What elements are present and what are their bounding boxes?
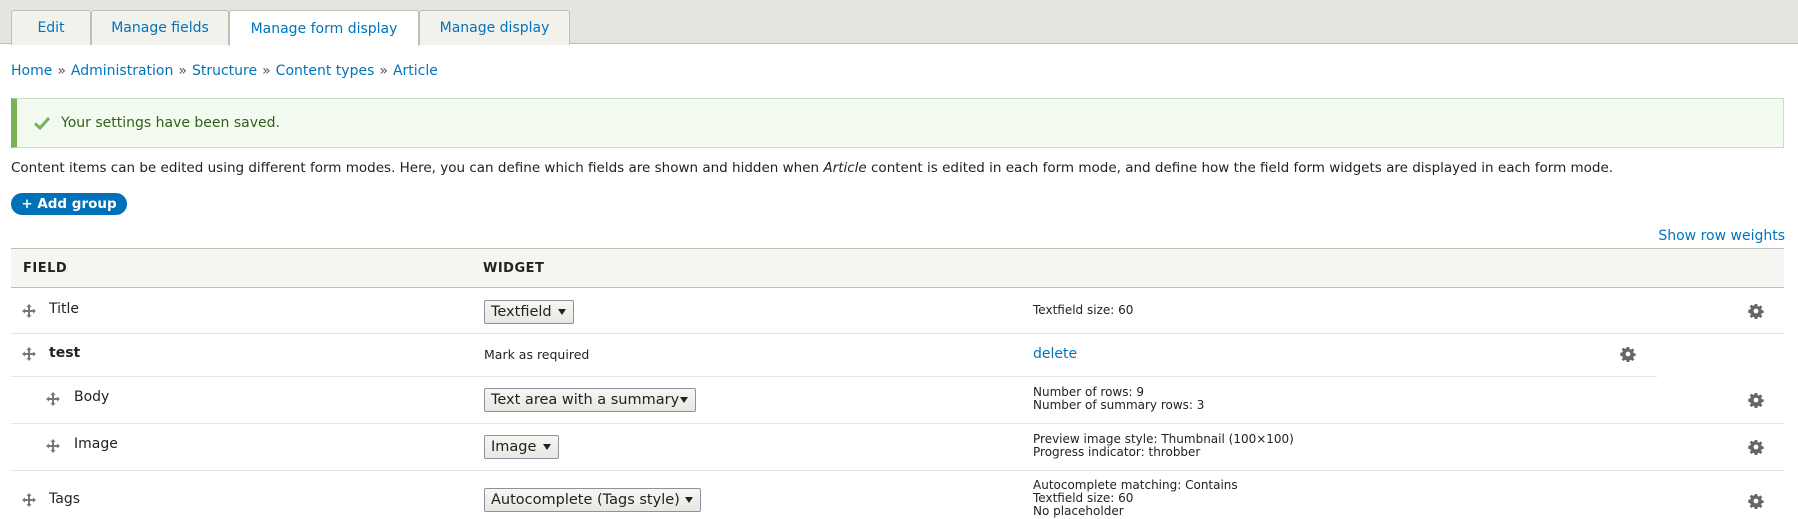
widget-select-body[interactable]: Text area with a summary xyxy=(484,388,696,412)
field-label-title: Title xyxy=(49,301,80,317)
chevron-down-icon xyxy=(685,497,693,503)
summary-line: No placeholder xyxy=(1033,504,1124,518)
chevron-down-icon xyxy=(543,444,551,450)
summary-line: Textfield size: 60 xyxy=(1033,303,1134,317)
tab-edit[interactable]: Edit xyxy=(11,10,91,45)
summary-line: Progress indicator: throbber xyxy=(1033,445,1201,459)
breadcrumb-home[interactable]: Home xyxy=(11,63,52,79)
tab-manage-fields[interactable]: Manage fields xyxy=(91,10,229,45)
widget-summary: Textfield size: 60 xyxy=(1033,304,1133,317)
table-row: Body Text area with a summary Number of … xyxy=(11,377,1784,424)
gear-icon[interactable] xyxy=(1748,392,1764,408)
group-label-test: test xyxy=(49,345,81,361)
summary-line: Number of summary rows: 3 xyxy=(1033,398,1205,412)
table-row-group: test Mark as required delete xyxy=(11,334,1657,377)
chevron-down-icon xyxy=(558,309,566,315)
widget-summary: Number of rows: 9 Number of summary rows… xyxy=(1033,386,1204,412)
mark-as-required-text: Mark as required xyxy=(484,347,590,362)
table-row: Tags Autocomplete (Tags style) Autocompl… xyxy=(11,471,1784,519)
description-text-start: Content items can be edited using differ… xyxy=(11,160,824,176)
status-message: Your settings have been saved. xyxy=(11,98,1784,148)
breadcrumb-article[interactable]: Article xyxy=(393,63,438,79)
drag-handle-icon[interactable] xyxy=(21,346,37,362)
gear-icon[interactable] xyxy=(1748,439,1764,455)
breadcrumb-separator: » xyxy=(57,63,66,79)
table-row: Title Textfield Textfield size: 60 xyxy=(11,288,1784,334)
table-row: Image Image Preview image style: Thumbna… xyxy=(11,424,1784,471)
gear-icon[interactable] xyxy=(1620,346,1636,362)
breadcrumb-separator: » xyxy=(178,63,187,79)
show-row-weights-link[interactable]: Show row weights xyxy=(1658,228,1785,244)
breadcrumb-content-types[interactable]: Content types xyxy=(276,63,375,79)
drag-handle-icon[interactable] xyxy=(45,438,61,454)
page-description: Content items can be edited using differ… xyxy=(11,160,1613,176)
widget-summary: Preview image style: Thumbnail (100×100)… xyxy=(1033,433,1294,459)
field-label-image: Image xyxy=(74,436,118,452)
drag-handle-icon[interactable] xyxy=(21,303,37,319)
column-header-widget: WIDGET xyxy=(483,261,545,276)
status-message-text: Your settings have been saved. xyxy=(61,115,280,131)
delete-group-link[interactable]: delete xyxy=(1033,346,1077,362)
description-emphasis: Article xyxy=(823,160,867,176)
widget-select-image[interactable]: Image xyxy=(484,435,559,459)
breadcrumb: Home» Administration» Structure» Content ty… xyxy=(11,63,438,79)
widget-select-value: Autocomplete (Tags style) xyxy=(491,492,680,508)
tab-manage-form-display[interactable]: Manage form display xyxy=(229,10,419,46)
breadcrumb-separator: » xyxy=(262,63,271,79)
field-label-body: Body xyxy=(74,389,110,405)
breadcrumb-administration[interactable]: Administration xyxy=(71,63,173,79)
gear-icon[interactable] xyxy=(1748,493,1764,509)
breadcrumb-separator: » xyxy=(379,63,388,79)
widget-summary: Autocomplete matching: Contains Textfiel… xyxy=(1033,479,1238,518)
drag-handle-icon[interactable] xyxy=(21,492,37,508)
breadcrumb-structure[interactable]: Structure xyxy=(192,63,257,79)
check-icon xyxy=(33,116,51,131)
column-header-field: FIELD xyxy=(23,261,68,276)
gear-icon[interactable] xyxy=(1748,303,1764,319)
widget-select-value: Image xyxy=(491,439,537,455)
add-group-button[interactable]: + Add group xyxy=(11,193,127,215)
table-header: FIELD WIDGET xyxy=(11,248,1784,288)
drag-handle-icon[interactable] xyxy=(45,391,61,407)
primary-tabs: Edit Manage fields Manage form display M… xyxy=(0,0,1798,46)
widget-select-title[interactable]: Textfield xyxy=(484,300,574,324)
widget-select-tags[interactable]: Autocomplete (Tags style) xyxy=(484,488,701,512)
chevron-down-icon xyxy=(680,397,688,403)
tab-manage-display[interactable]: Manage display xyxy=(419,10,570,45)
field-label-tags: Tags xyxy=(49,491,80,507)
widget-select-value: Textfield xyxy=(491,304,552,320)
description-text-end: content is edited in each form mode, and… xyxy=(866,160,1614,176)
widget-select-value: Text area with a summary xyxy=(491,392,680,408)
